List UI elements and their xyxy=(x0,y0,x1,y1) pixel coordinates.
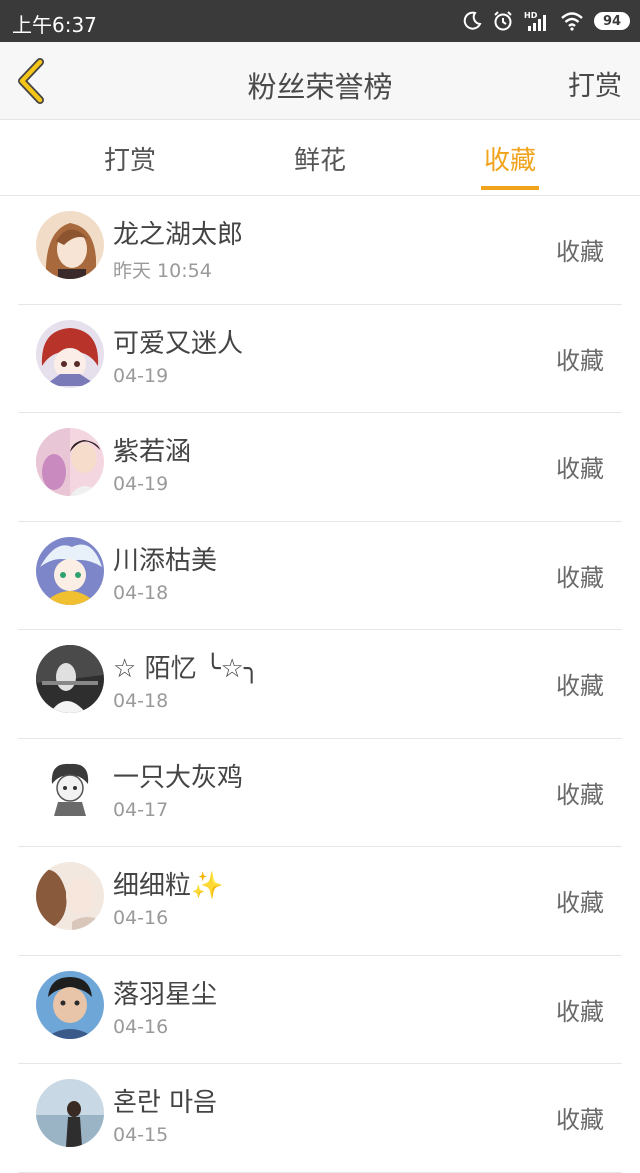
active-tab-indicator xyxy=(481,186,539,190)
fan-date: 04-19 xyxy=(113,473,169,495)
fan-action: 收藏 xyxy=(556,563,604,592)
battery-icon: 94 xyxy=(594,12,630,30)
fan-action: 收藏 xyxy=(556,889,604,917)
tab-reward[interactable]: 打赏 xyxy=(104,140,156,177)
fan-action: 收藏 xyxy=(556,672,604,700)
tab-bar: 打赏 鲜花 收藏 xyxy=(0,120,640,196)
fan-name: 혼란 마음 xyxy=(113,1088,217,1118)
divider xyxy=(18,1171,622,1173)
fan-name: 一只大灰鸡 xyxy=(113,762,244,793)
page-title: 粉丝荣誉榜 xyxy=(247,70,393,104)
wifi-icon xyxy=(560,11,584,31)
reward-button[interactable]: 打赏 xyxy=(568,64,622,103)
fan-date: 04-19 xyxy=(113,364,169,387)
fan-action: 收藏 xyxy=(556,455,604,483)
avatar xyxy=(36,970,104,1039)
fan-action: 收藏 xyxy=(556,238,604,266)
title-bar: 粉丝荣誉榜 打赏 xyxy=(0,42,640,120)
fan-action: 收藏 xyxy=(556,1106,604,1134)
fan-name: ☆ 陌忆 ╰☆╮ xyxy=(113,654,260,684)
fan-name: 落羽星尘 xyxy=(113,979,218,1010)
avatar xyxy=(36,753,104,822)
list-item[interactable]: 可爱又迷人 04-19 收藏 xyxy=(0,305,640,413)
avatar xyxy=(36,862,104,930)
status-bar: 上午6:37 HD 94 xyxy=(0,0,640,42)
list-item[interactable]: 落羽星尘 04-16 收藏 xyxy=(0,956,640,1064)
fan-name: 细细粒✨ xyxy=(113,871,224,901)
avatar xyxy=(36,645,104,713)
avatar xyxy=(36,319,104,388)
fan-name: 可爱又迷人 xyxy=(113,328,244,359)
fan-name: 川添枯美 xyxy=(113,545,218,576)
fan-date: 04-17 xyxy=(113,798,169,821)
list-item[interactable]: 川添枯美 04-18 收藏 xyxy=(0,522,640,630)
list-item[interactable]: 一只大灰鸡 04-17 收藏 xyxy=(0,739,640,847)
list-item[interactable]: 紫若涵 04-19 收藏 xyxy=(0,413,640,522)
hd-signal-icon: HD xyxy=(524,10,550,32)
moon-icon xyxy=(462,11,482,31)
list-item[interactable]: 细细粒✨ 04-16 收藏 xyxy=(0,847,640,956)
alarm-icon xyxy=(492,10,514,32)
list-item[interactable]: 龙之湖太郎 昨天 10:54 收藏 xyxy=(0,196,640,305)
fan-date: 昨天 10:54 xyxy=(113,260,212,282)
svg-text:HD: HD xyxy=(524,11,538,20)
avatar xyxy=(36,1079,104,1147)
fan-date: 04-18 xyxy=(113,581,169,604)
fan-name: 紫若涵 xyxy=(113,437,192,467)
fan-date: 04-16 xyxy=(113,907,169,929)
fan-action: 收藏 xyxy=(556,997,604,1026)
tab-flowers[interactable]: 鲜花 xyxy=(294,140,346,177)
avatar xyxy=(36,536,104,605)
fan-action: 收藏 xyxy=(556,780,604,809)
fan-name: 龙之湖太郎 xyxy=(113,220,244,250)
avatar xyxy=(36,211,104,279)
list-item[interactable]: ☆ 陌忆 ╰☆╮ 04-18 收藏 xyxy=(0,630,640,739)
tab-favorites[interactable]: 收藏 xyxy=(484,140,536,177)
fan-list: 龙之湖太郎 昨天 10:54 收藏 可爱又迷人 04-19 收藏 紫若涵 04-… xyxy=(0,196,640,1173)
fan-date: 04-16 xyxy=(113,1015,169,1038)
fan-action: 收藏 xyxy=(556,346,604,375)
fan-date: 04-15 xyxy=(113,1124,169,1146)
status-time: 上午6:37 xyxy=(12,13,97,37)
list-item[interactable]: 혼란 마음 04-15 收藏 xyxy=(0,1064,640,1173)
status-icons: HD 94 xyxy=(462,8,630,34)
avatar xyxy=(36,428,104,496)
fan-date: 04-18 xyxy=(113,690,169,712)
